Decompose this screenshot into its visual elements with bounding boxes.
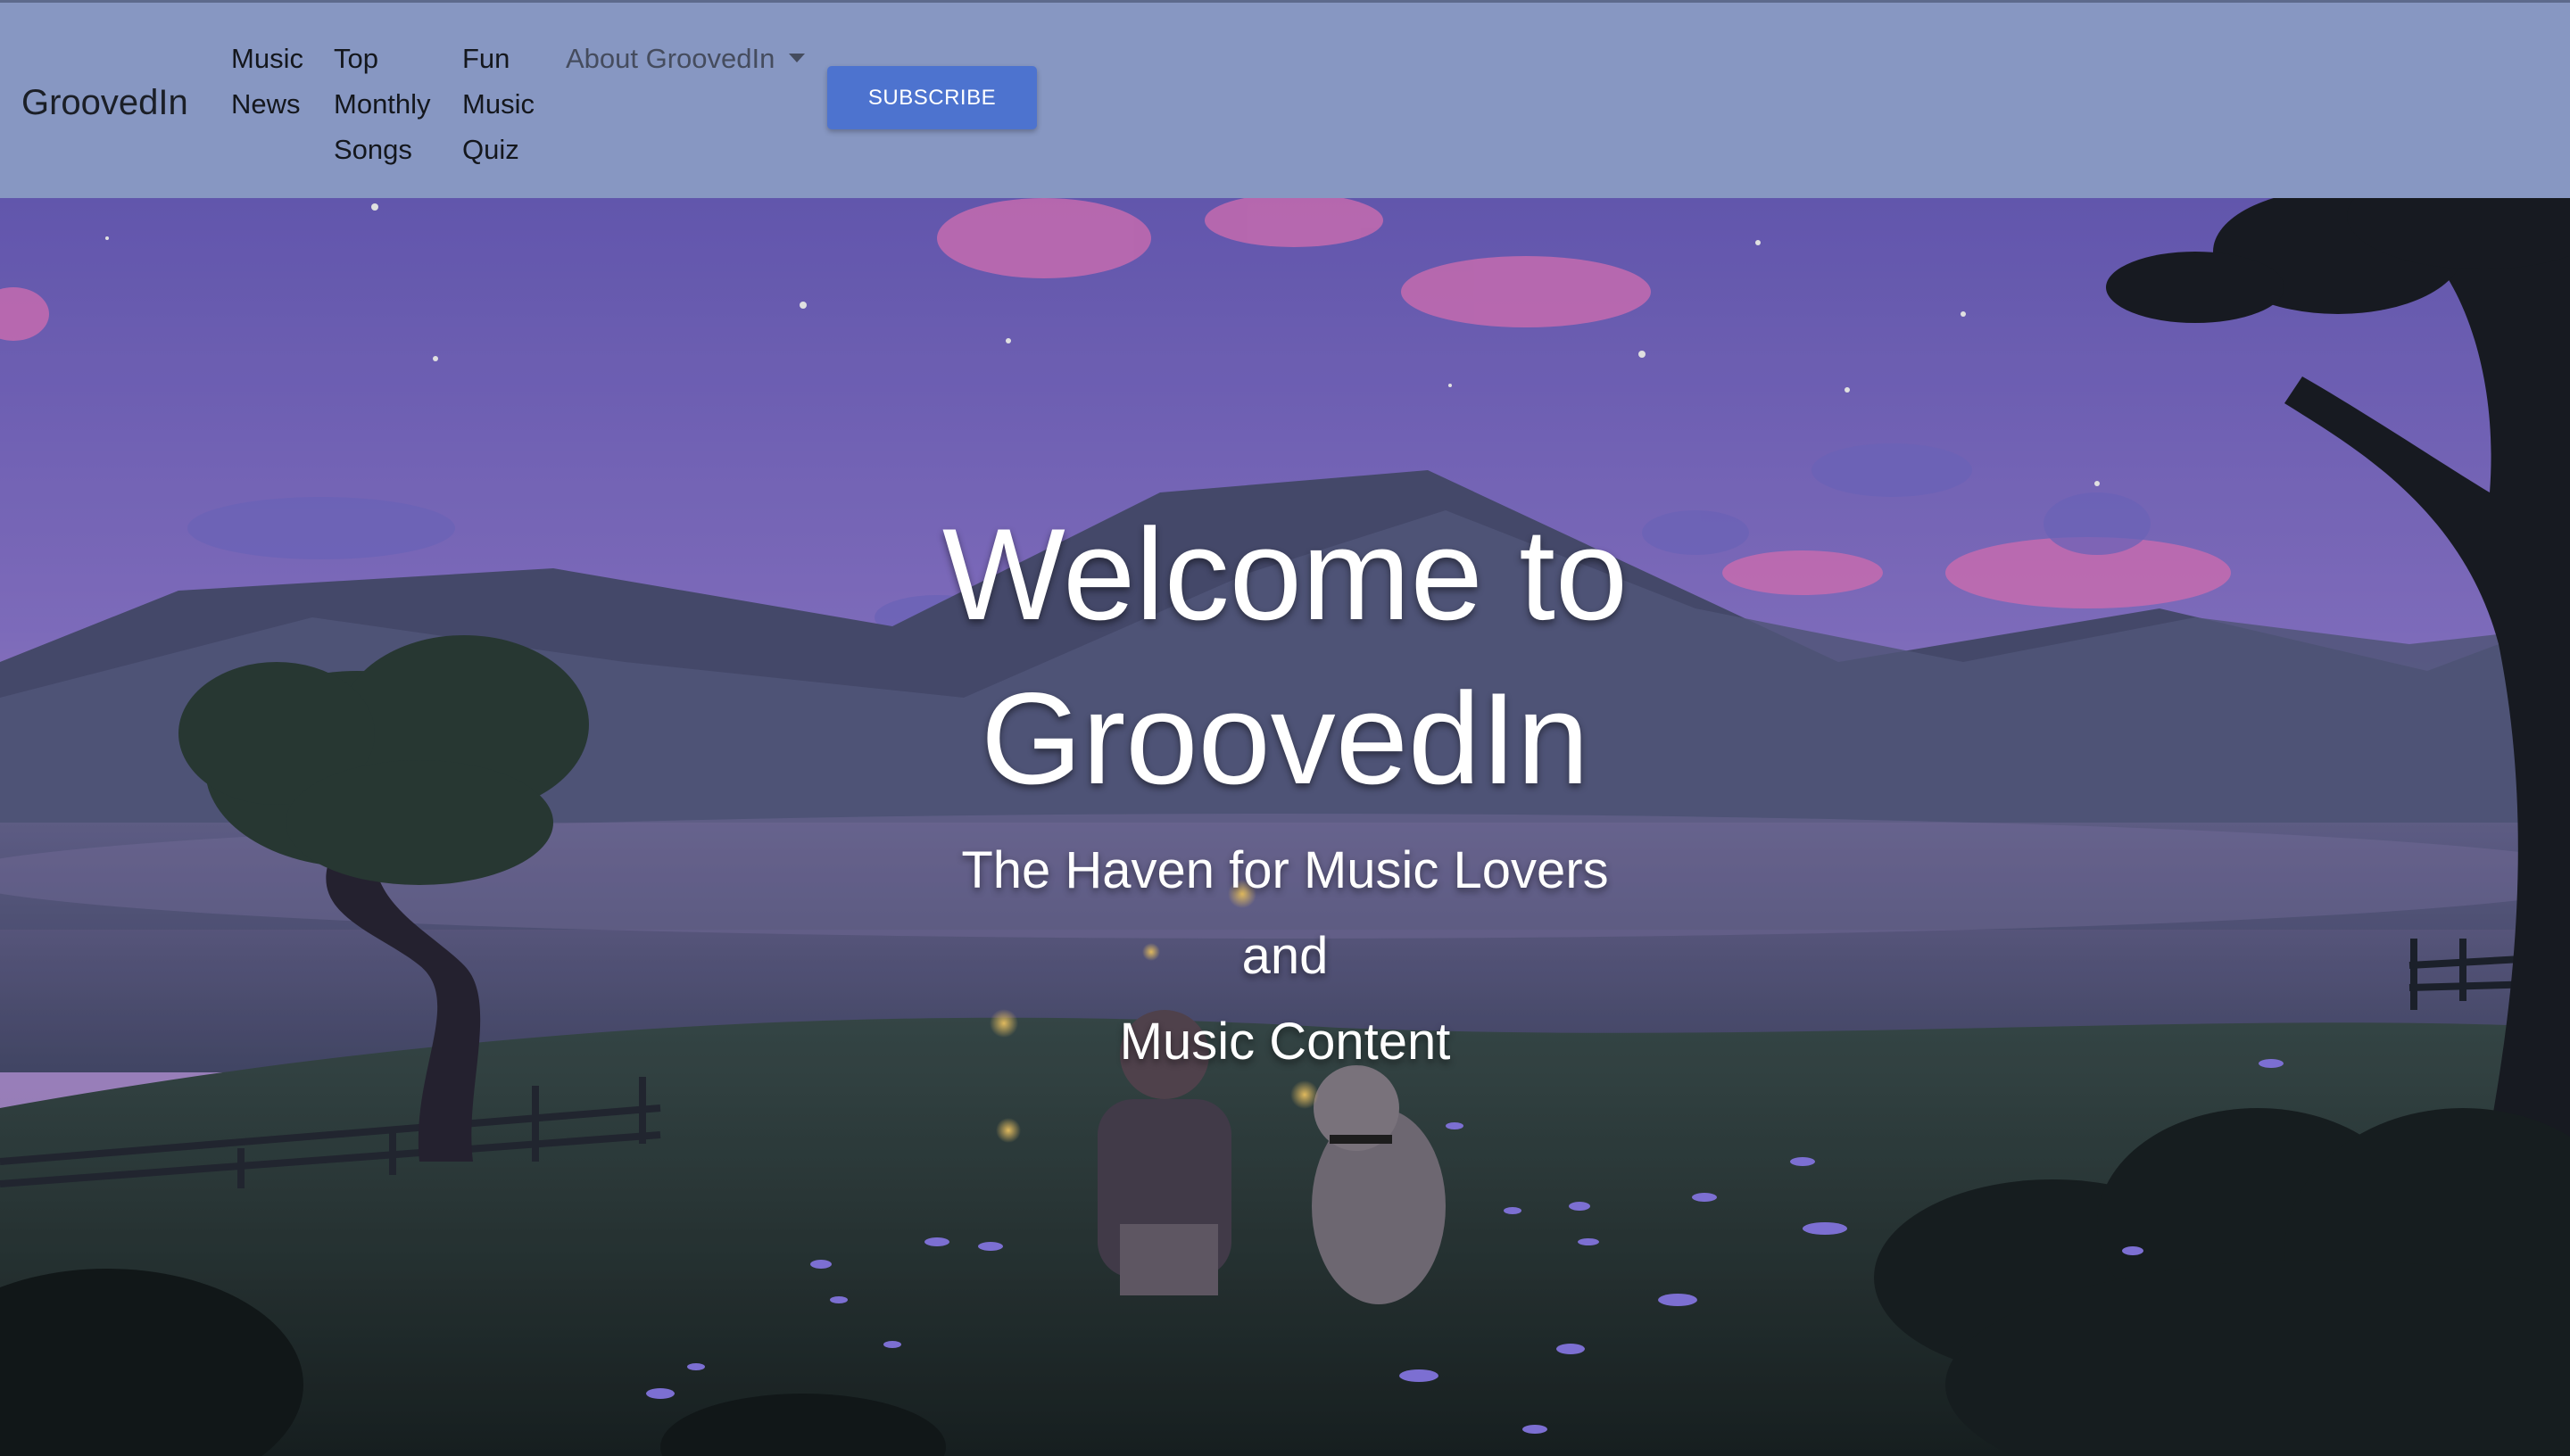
nav-link-text: Music: [231, 43, 303, 74]
hero-subtitle: The Haven for Music Lovers and Music Con…: [0, 828, 2570, 1085]
hero-subtitle-line: The Haven for Music Lovers: [961, 841, 1609, 899]
hero-title-line: Welcome to: [941, 501, 1629, 647]
hero-background-illustration: [0, 198, 2570, 1456]
nav-link-music-news[interactable]: Music News: [231, 36, 303, 127]
nav-dropdown-label: About GroovedIn: [566, 43, 775, 74]
hero-title: Welcome to GroovedIn: [0, 492, 2570, 821]
subscribe-button[interactable]: SUBSCRIBE: [827, 66, 1037, 129]
hero-subtitle-line: and: [1241, 927, 1329, 985]
nav-link-text: Songs: [334, 134, 412, 165]
nav-link-text: Quiz: [462, 134, 519, 165]
nav-link-text: Music: [462, 88, 535, 120]
hero-subtitle-line: Music Content: [1119, 1013, 1451, 1071]
nav-link-text: Monthly: [334, 88, 431, 120]
nav-link-text: Top: [334, 43, 378, 74]
hero-title-line: GroovedIn: [981, 666, 1589, 811]
caret-down-icon: [789, 54, 806, 62]
hero-section: Welcome to GroovedIn The Haven for Music…: [0, 198, 2570, 1456]
nav-link-top-monthly-songs[interactable]: Top Monthly Songs: [334, 36, 431, 172]
nav-link-text: News: [231, 88, 301, 120]
nav-dropdown-about[interactable]: About GroovedIn: [566, 36, 806, 81]
nav-link-text: Fun: [462, 43, 510, 74]
navbar: GroovedIn Music News Top Monthly Songs F…: [0, 0, 2570, 198]
brand-logo-link[interactable]: GroovedIn: [21, 81, 188, 124]
nav-link-fun-music-quiz[interactable]: Fun Music Quiz: [462, 36, 535, 172]
